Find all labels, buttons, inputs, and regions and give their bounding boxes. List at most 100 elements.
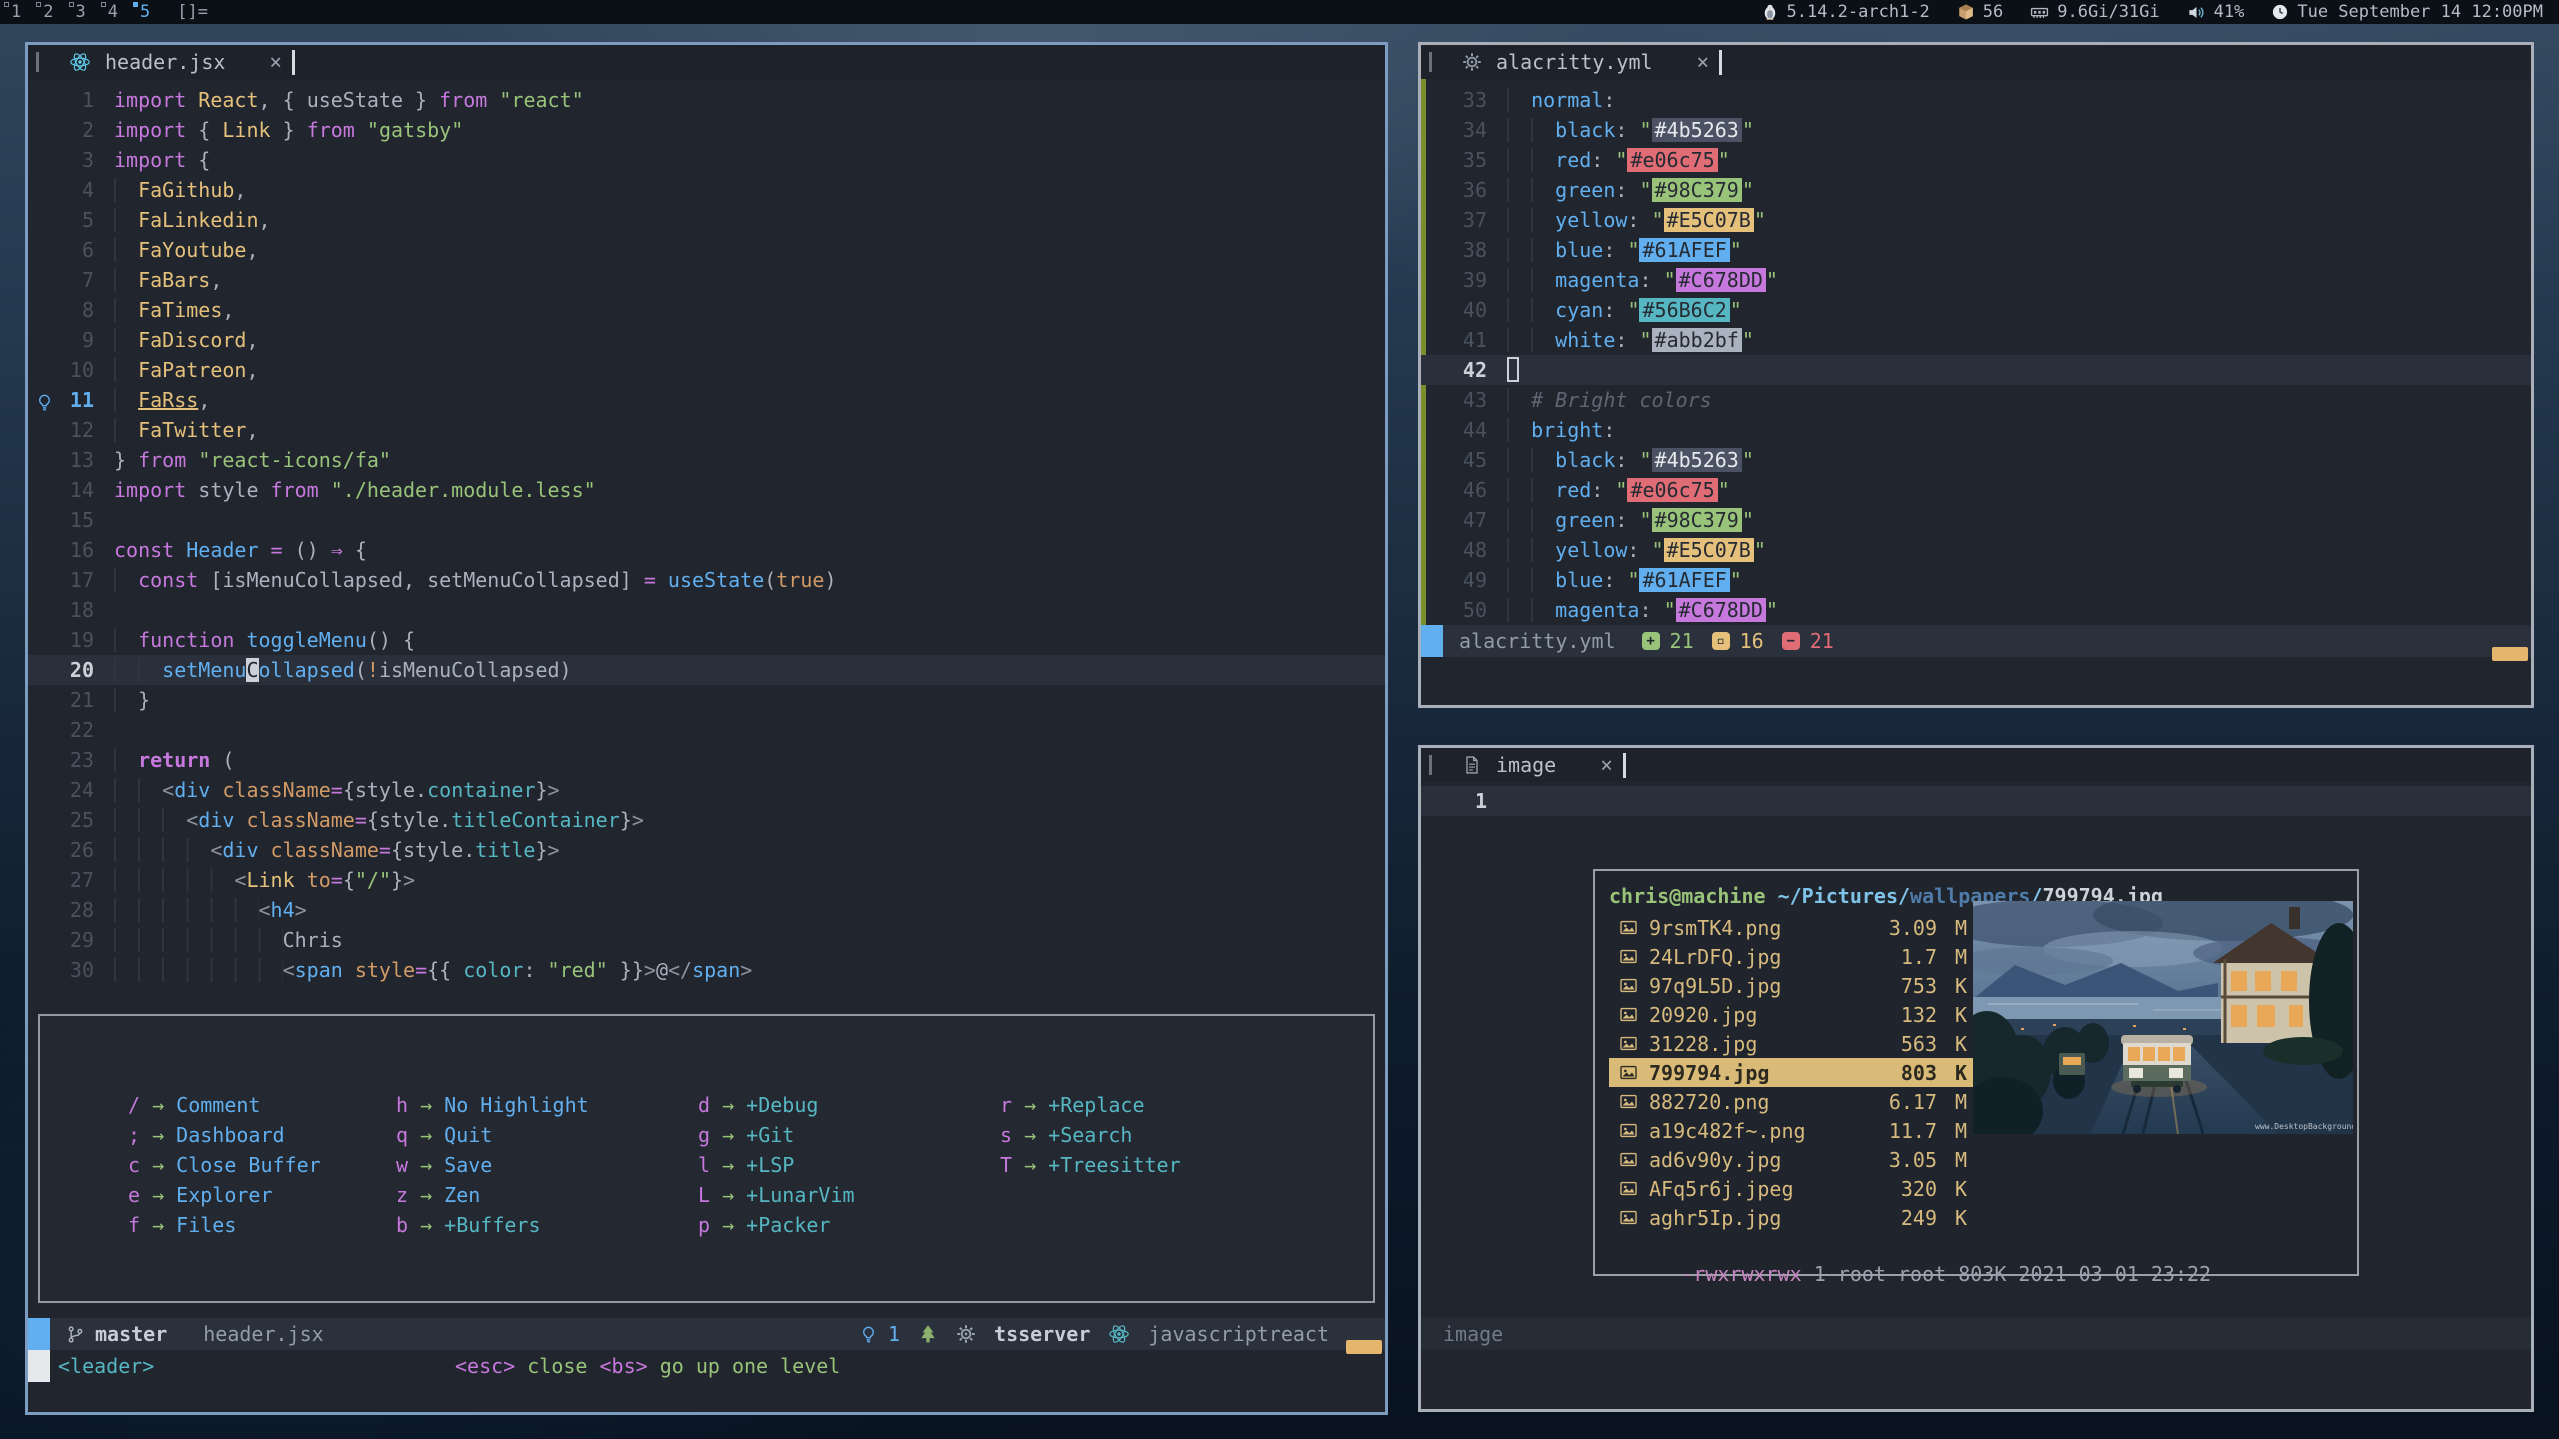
git-changed-icon: ▫ bbox=[1712, 632, 1730, 650]
code-token: : bbox=[1603, 418, 1615, 442]
whichkey-binding-L[interactable]: L → +LunarVim bbox=[698, 1180, 1000, 1210]
whichkey-binding-g[interactable]: g → +Git bbox=[698, 1120, 1000, 1150]
whichkey-label: +LSP bbox=[746, 1153, 794, 1177]
code-area[interactable]: 1import React, { useState } from "react"… bbox=[28, 85, 1385, 985]
code-token: < bbox=[162, 778, 174, 802]
code-token: , bbox=[259, 208, 271, 232]
code-token: white bbox=[1555, 328, 1615, 352]
cmdline-cursor-block bbox=[28, 1350, 50, 1382]
whichkey-binding-/[interactable]: / → Comment bbox=[128, 1090, 396, 1120]
line-number: 18 bbox=[28, 595, 114, 625]
file-row[interactable]: aghr5Ip.jpg249K bbox=[1609, 1203, 1973, 1232]
whichkey-binding-q[interactable]: q → Quit bbox=[396, 1120, 698, 1150]
tab-image[interactable]: image × bbox=[1462, 753, 1613, 777]
workspace-4[interactable]: 4 bbox=[97, 0, 129, 24]
code-token bbox=[1507, 538, 1555, 562]
tab-header-jsx[interactable]: header.jsx × bbox=[69, 50, 282, 74]
whichkey-label: Files bbox=[176, 1213, 236, 1237]
file-name: 97q9L5D.jpg bbox=[1649, 974, 1861, 998]
scrollbar-thumb[interactable] bbox=[2492, 647, 2528, 661]
code-area[interactable]: 1 bbox=[1421, 786, 2531, 816]
file-row[interactable]: 97q9L5D.jpg753K bbox=[1609, 971, 1973, 1000]
whichkey-binding-b[interactable]: b → +Buffers bbox=[396, 1210, 698, 1240]
code-area[interactable]: 33 normal:34 black: "#4b5263"35 red: "#e… bbox=[1421, 85, 2531, 625]
whichkey-label: Comment bbox=[176, 1093, 260, 1117]
whichkey-binding-c[interactable]: c → Close Buffer bbox=[128, 1150, 396, 1180]
file-row[interactable]: 24LrDFQ.jpg1.7M bbox=[1609, 942, 1973, 971]
code-token: #C678DD bbox=[1676, 268, 1766, 292]
wallpaper-preview-image: www.DesktopBackground.org bbox=[1973, 901, 2353, 1134]
file-row[interactable]: AFq5r6j.jpeg320K bbox=[1609, 1174, 1973, 1203]
workspace-1[interactable]: 1 bbox=[0, 0, 32, 24]
code-line-content: import style from "./header.module.less" bbox=[114, 475, 596, 505]
status-module: 56 bbox=[1957, 2, 2003, 22]
code-token: useState bbox=[307, 88, 403, 112]
code-token: " bbox=[1664, 598, 1676, 622]
file-row[interactable]: 882720.png6.17M bbox=[1609, 1087, 1973, 1116]
file-row[interactable]: 9rsmTK4.png3.09M bbox=[1609, 913, 1973, 942]
code-line: 14import style from "./header.module.les… bbox=[28, 475, 1385, 505]
workspace-5[interactable]: 5 bbox=[129, 0, 161, 24]
file-row[interactable]: 31228.jpg563K bbox=[1609, 1029, 1973, 1058]
file-size-unit: K bbox=[1937, 1177, 1967, 1201]
code-token bbox=[1507, 268, 1555, 292]
file-row-selected[interactable]: 799794.jpg803K bbox=[1609, 1058, 1973, 1087]
react-icon bbox=[69, 51, 91, 73]
code-token: import bbox=[114, 88, 198, 112]
close-icon[interactable]: × bbox=[1697, 50, 1710, 74]
code-token: {style. bbox=[391, 838, 475, 862]
code-line: 1 bbox=[1421, 786, 2531, 816]
command-line[interactable]: <leader> <esc> close <bs> go up one leve… bbox=[28, 1350, 1385, 1382]
close-icon[interactable]: × bbox=[269, 50, 282, 74]
code-token: : bbox=[1591, 148, 1615, 172]
code-token: #61AFEF bbox=[1639, 568, 1729, 592]
code-token: FaTimes bbox=[138, 298, 222, 322]
whichkey-binding-T[interactable]: T → +Treesitter bbox=[1000, 1150, 1181, 1180]
statusline-filename: alacritty.yml bbox=[1459, 629, 1616, 653]
whichkey-binding-e[interactable]: e → Explorer bbox=[128, 1180, 396, 1210]
code-line-content bbox=[1507, 355, 1519, 385]
workspace-2[interactable]: 2 bbox=[32, 0, 64, 24]
file-row[interactable]: a19c482f~.png11.7M bbox=[1609, 1116, 1973, 1145]
whichkey-binding-d[interactable]: d → +Debug bbox=[698, 1090, 1000, 1120]
file-row[interactable]: 20920.jpg132K bbox=[1609, 1000, 1973, 1029]
code-token: color bbox=[463, 958, 523, 982]
file-size-unit: K bbox=[1937, 1003, 1967, 1027]
layout-indicator[interactable]: []= bbox=[177, 2, 208, 22]
arrow-right-icon: → bbox=[710, 1153, 746, 1177]
code-line-content: magenta: "#C678DD" bbox=[1507, 595, 1778, 625]
code-line: 10 FaPatreon, bbox=[28, 355, 1385, 385]
code-line: 19 function toggleMenu() { bbox=[28, 625, 1385, 655]
code-token: () { bbox=[367, 628, 415, 652]
line-number: 46 bbox=[1421, 475, 1507, 505]
line-number: 10 bbox=[28, 355, 114, 385]
code-token: React bbox=[198, 88, 258, 112]
tab-alacritty-yml[interactable]: alacritty.yml × bbox=[1462, 50, 1709, 74]
file-size: 3.05 bbox=[1861, 1148, 1937, 1172]
code-line-content: } from "react-icons/fa" bbox=[114, 445, 391, 475]
close-icon[interactable]: × bbox=[1600, 753, 1613, 777]
whichkey-binding-s[interactable]: s → +Search bbox=[1000, 1120, 1181, 1150]
code-token: #e06c75 bbox=[1627, 148, 1717, 172]
lsp-server-name: tsserver bbox=[994, 1322, 1090, 1346]
whichkey-binding-p[interactable]: p → +Packer bbox=[698, 1210, 1000, 1240]
whichkey-binding-;[interactable]: ; → Dashboard bbox=[128, 1120, 396, 1150]
git-branch-name[interactable]: master bbox=[95, 1322, 167, 1346]
line-number: 48 bbox=[1421, 535, 1507, 565]
whichkey-binding-l[interactable]: l → +LSP bbox=[698, 1150, 1000, 1180]
hollow-cursor bbox=[1507, 357, 1519, 382]
code-token bbox=[114, 958, 283, 982]
line-number: 14 bbox=[28, 475, 114, 505]
tabline: alacritty.yml × bbox=[1421, 45, 2531, 79]
whichkey-binding-w[interactable]: w → Save bbox=[396, 1150, 698, 1180]
code-token: : bbox=[1627, 208, 1651, 232]
code-token: style bbox=[198, 478, 270, 502]
whichkey-binding-z[interactable]: z → Zen bbox=[396, 1180, 698, 1210]
code-token: < bbox=[283, 958, 295, 982]
whichkey-binding-f[interactable]: f → Files bbox=[128, 1210, 396, 1240]
whichkey-binding-h[interactable]: h → No Highlight bbox=[396, 1090, 698, 1120]
file-row[interactable]: ad6v90y.jpg3.05M bbox=[1609, 1145, 1973, 1174]
workspace-3[interactable]: 3 bbox=[65, 0, 97, 24]
statusline: master header.jsx 1 tsserver javascriptr… bbox=[28, 1318, 1385, 1350]
whichkey-binding-r[interactable]: r → +Replace bbox=[1000, 1090, 1181, 1120]
